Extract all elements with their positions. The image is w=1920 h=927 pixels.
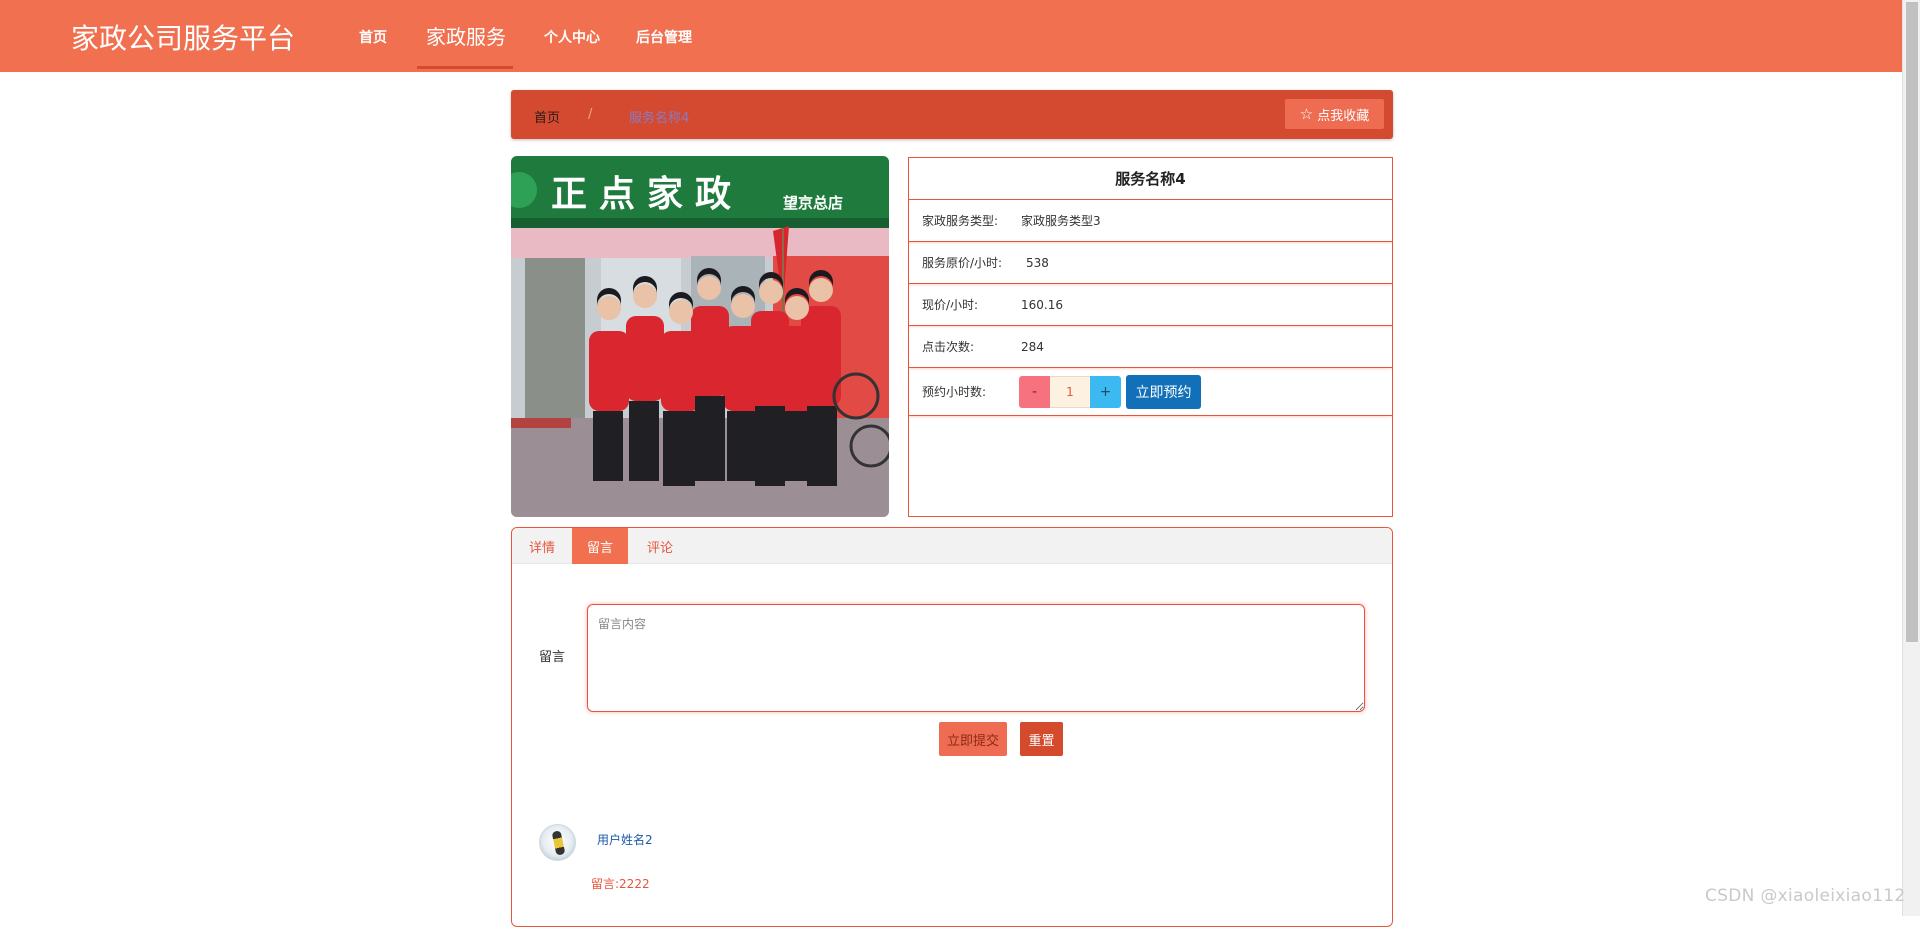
message-input[interactable]: [587, 604, 1365, 712]
nav-item-home[interactable]: 首页: [359, 27, 387, 47]
star-outline-icon: ☆: [1299, 104, 1314, 123]
tab-messages[interactable]: 留言: [572, 528, 628, 564]
info-row-service-type: 家政服务类型: 家政服务类型3: [909, 200, 1392, 242]
nav-active-indicator: [417, 66, 513, 69]
site-brand[interactable]: 家政公司服务平台: [71, 17, 295, 57]
favorite-button-label: 点我收藏: [1317, 108, 1370, 124]
nav-item-admin[interactable]: 后台管理: [636, 27, 692, 47]
avatar: [539, 824, 576, 861]
submit-button[interactable]: 立即提交: [939, 722, 1007, 756]
message-user-name[interactable]: 用户姓名2: [597, 831, 653, 848]
service-type-label: 家政服务类型:: [922, 214, 999, 228]
info-row-booking: 预约小时数: - 1 + 立即预约: [909, 368, 1392, 416]
nav-item-personal-center[interactable]: 个人中心: [544, 27, 600, 47]
tab-reviews[interactable]: 评论: [628, 528, 692, 564]
detail-tabs-panel: 详情 留言 评论 留言 立即提交 重置 用户姓名2 留言:2222: [511, 527, 1393, 927]
breadcrumb-bar: 首页 / 服务名称4 ☆ 点我收藏: [511, 90, 1393, 139]
original-price-value: 538: [1026, 255, 1049, 270]
svg-text:望京总店: 望京总店: [783, 194, 843, 212]
scrollbar-thumb[interactable]: [1906, 2, 1918, 642]
csdn-watermark: CSDN @xiaoleixiao112: [1705, 886, 1906, 906]
original-price-label: 服务原价/小时:: [922, 256, 1003, 270]
click-count-value: 284: [1021, 339, 1044, 354]
message-text: 留言:2222: [591, 877, 650, 891]
service-type-value: 家政服务类型3: [1021, 214, 1101, 228]
top-navbar: 家政公司服务平台 首页 家政服务 个人中心 后台管理: [0, 0, 1902, 72]
reset-button[interactable]: 重置: [1020, 722, 1063, 756]
booking-hours-label: 预约小时数:: [922, 385, 987, 399]
avatar-figure: [551, 830, 566, 856]
tab-details[interactable]: 详情: [512, 528, 572, 564]
increment-button[interactable]: +: [1090, 375, 1121, 408]
service-photo: 正点家政 望京总店: [511, 156, 889, 517]
book-now-button[interactable]: 立即预约: [1126, 374, 1201, 409]
service-name: 服务名称4: [909, 158, 1392, 200]
info-row-original-price: 服务原价/小时: 538: [909, 242, 1392, 284]
page-scrollbar[interactable]: [1902, 0, 1920, 916]
click-count-label: 点击次数:: [922, 340, 975, 354]
hours-stepper: - 1 +: [1019, 375, 1121, 408]
service-info-panel: 服务名称4 家政服务类型: 家政服务类型3 服务原价/小时: 538 现价/小时…: [908, 157, 1393, 517]
svg-text:正点家政: 正点家政: [551, 173, 743, 215]
current-price-value: 160.16: [1021, 297, 1063, 312]
hours-quantity-input[interactable]: 1: [1050, 375, 1090, 408]
breadcrumb-home[interactable]: 首页: [534, 107, 560, 126]
breadcrumb-separator: /: [588, 107, 593, 122]
decrement-button[interactable]: -: [1019, 375, 1050, 408]
message-field-label: 留言: [539, 650, 566, 665]
breadcrumb-current: 服务名称4: [629, 111, 690, 126]
tab-bar: 详情 留言 评论: [512, 528, 1392, 564]
nav-item-housekeeping-services[interactable]: 家政服务: [426, 21, 506, 50]
current-price-label: 现价/小时:: [922, 298, 979, 312]
favorite-button[interactable]: ☆ 点我收藏: [1285, 99, 1384, 129]
info-row-click-count: 点击次数: 284: [909, 326, 1392, 368]
info-row-current-price: 现价/小时: 160.16: [909, 284, 1392, 326]
